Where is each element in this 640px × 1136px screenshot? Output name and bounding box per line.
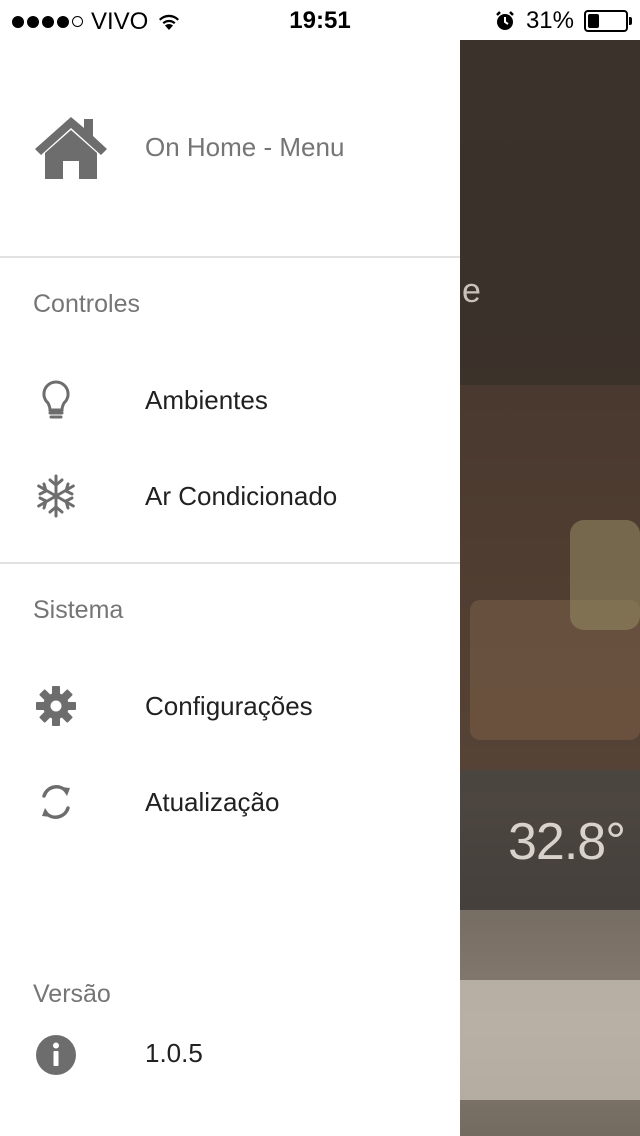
background-panel <box>460 40 640 385</box>
refresh-icon <box>42 785 70 819</box>
battery-icon <box>584 10 632 32</box>
status-bar-right: 31% <box>494 7 632 35</box>
background-screen[interactable]: e 32.8° <box>460 40 640 1136</box>
snowflake-icon <box>37 474 75 518</box>
section-title-controles: Controles <box>33 290 140 318</box>
info-icon <box>36 1035 76 1075</box>
menu-item-atualizacao[interactable]: Atualização <box>0 754 460 850</box>
background-temperature: 32.8° <box>508 813 626 871</box>
section-title-sistema: Sistema <box>33 596 124 624</box>
section-title-versao: Versão <box>33 980 111 1008</box>
battery-percent: 31% <box>525 7 574 34</box>
menu-item-label: Atualização <box>145 787 280 817</box>
divider <box>0 562 460 564</box>
background-table-image <box>460 980 640 1100</box>
background-cushion-image <box>570 520 640 630</box>
menu-item-ar-condicionado[interactable]: Ar Condicionado <box>0 448 460 544</box>
drawer-title: On Home - Menu <box>145 132 345 162</box>
menu-item-label: Ambientes <box>145 385 268 415</box>
version-row: 1.0.5 <box>0 1024 460 1084</box>
menu-item-ambientes[interactable]: Ambientes <box>0 352 460 448</box>
lightbulb-icon <box>42 380 70 419</box>
background-peek-text: e <box>462 272 481 310</box>
divider <box>0 256 460 258</box>
version-number: 1.0.5 <box>145 1038 203 1068</box>
menu-item-configuracoes[interactable]: Configurações <box>0 658 460 754</box>
battery-fill <box>588 14 599 28</box>
menu-item-label: Configurações <box>145 691 313 721</box>
status-bar: VIVO 19:51 31% <box>0 0 640 40</box>
menu-item-label: Ar Condicionado <box>145 481 338 511</box>
home-icon <box>35 117 107 179</box>
drawer-header: On Home - Menu <box>0 40 460 256</box>
navigation-drawer: On Home - Menu Controles Ambientes Ar Co… <box>0 40 460 1136</box>
gear-icon <box>36 686 76 726</box>
alarm-icon <box>496 11 514 30</box>
